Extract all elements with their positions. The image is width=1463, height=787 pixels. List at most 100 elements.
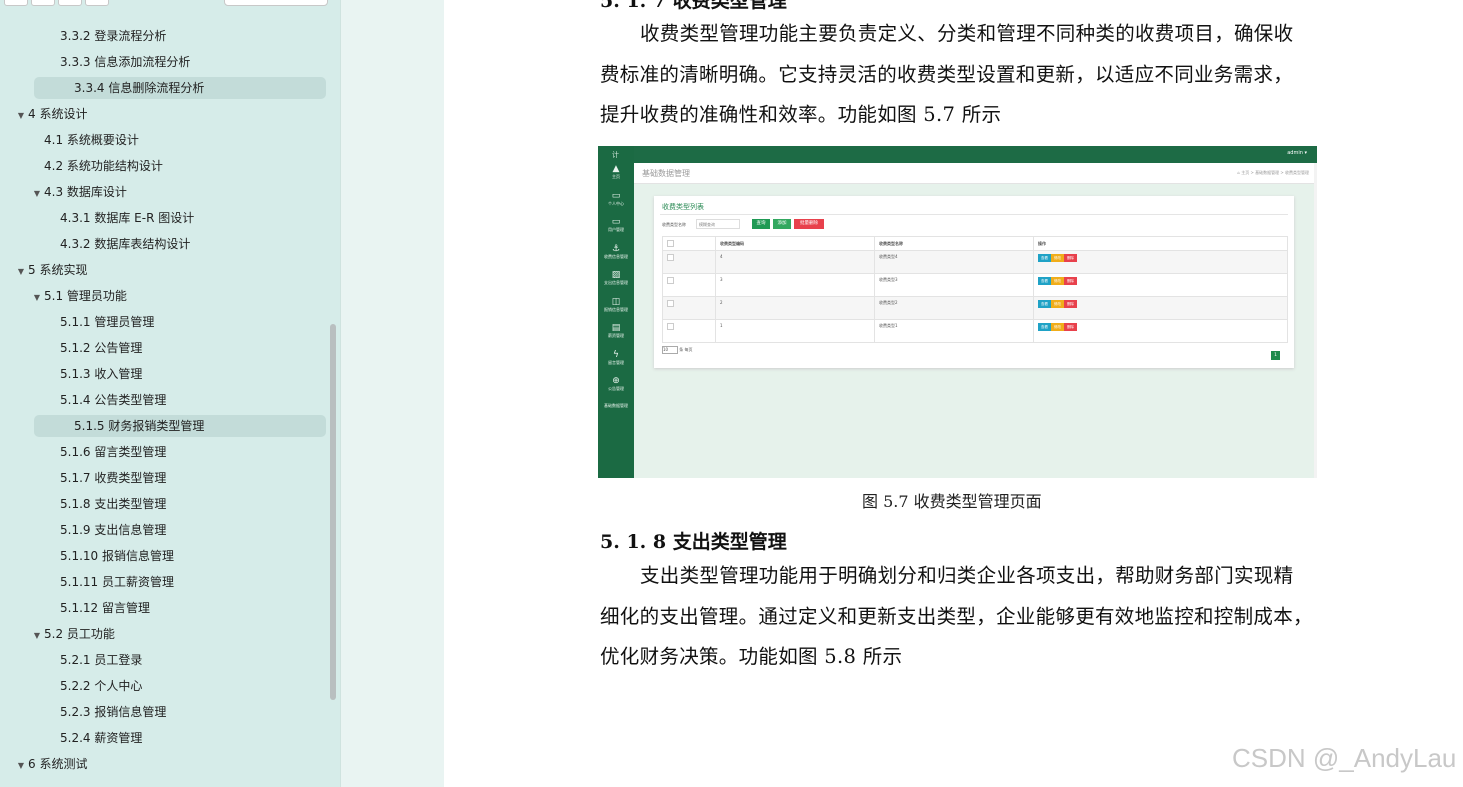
name-cell: 收费类型2 bbox=[874, 296, 1034, 320]
outline-item[interactable]: 3.3.3 信息添加流程分析 bbox=[46, 51, 190, 73]
outline-item-label: 5.2.2 个人中心 bbox=[60, 679, 143, 693]
app-sidebar-icon: ▤ bbox=[611, 323, 621, 333]
outline-item[interactable]: ▼ 5.1 管理员功能 bbox=[30, 285, 127, 307]
app-sidebar-label: 公告管理 bbox=[608, 386, 624, 391]
card-divider bbox=[660, 214, 1288, 215]
card-title: 收费类型列表 bbox=[662, 203, 704, 211]
edit-button: 修改 bbox=[1051, 300, 1064, 308]
outline-toolbar-button[interactable] bbox=[85, 0, 109, 6]
outline-item[interactable]: 5.2.2 个人中心 bbox=[46, 675, 142, 697]
outline-item[interactable]: 3.3.4 信息删除流程分析 bbox=[34, 77, 326, 99]
app-logo: 计 bbox=[612, 151, 619, 159]
app-breadcrumb-bar: 基础数据管理 ⌂ 主页 > 基础数据管理 > 收费类型管理 bbox=[634, 163, 1317, 184]
app-sidebar-label: 报销信息管理 bbox=[604, 306, 628, 312]
outline-item-label: 3.3.2 登录流程分析 bbox=[60, 29, 167, 43]
delete-button: 删除 bbox=[1064, 300, 1077, 308]
section-heading: 5. 1. 8 支出类型管理 bbox=[600, 531, 787, 553]
outline-item[interactable]: 5.1.3 收入管理 bbox=[46, 363, 142, 385]
outline-item[interactable]: ▼ 4 系统设计 bbox=[14, 103, 88, 127]
paragraph-expense-types: 支出类型管理功能用于明确划分和归类企业各项支出，帮助财务部门实现精 细化的支出管… bbox=[600, 556, 1320, 678]
paragraph-line: 费标准的清晰明确。它支持灵活的收费类型设置和更新，以适应不同业务需求， bbox=[600, 62, 1294, 86]
outline-item[interactable]: 5.1.5 财务报销类型管理 bbox=[34, 415, 326, 437]
page-size-select: 10 bbox=[662, 346, 678, 354]
outline-item-label: 4.3.1 数据库 E-R 图设计 bbox=[60, 211, 195, 225]
outline-item-label: 4 系统设计 bbox=[28, 107, 88, 121]
paragraph-line: 收费类型管理功能主要负责定义、分类和管理不同种类的收费项目，确保收 bbox=[640, 22, 1294, 45]
query-button: 查询 bbox=[752, 219, 770, 229]
delete-button: 删除 bbox=[1064, 323, 1077, 331]
app-sidebar-label: 基础数据管理 bbox=[604, 402, 628, 408]
paragraph-line: 优化财务决策。功能如图 5.8 所示 bbox=[600, 645, 903, 668]
outline-item[interactable]: 5.2.3 报销信息管理 bbox=[46, 701, 166, 723]
column-header: 收费类型名称 bbox=[874, 236, 1034, 251]
app-sidebar-icon: ⚓ bbox=[611, 243, 621, 254]
app-topbar: admin ▾ bbox=[598, 146, 1317, 163]
outline-item-label: 5.1.12 留言管理 bbox=[60, 601, 150, 615]
outline-item[interactable]: 5.1.11 员工薪资管理 bbox=[46, 571, 174, 593]
app-sidebar-icon: ▲ bbox=[612, 164, 620, 174]
outline-item-label: 5.1.7 收费类型管理 bbox=[60, 471, 167, 485]
outline-item[interactable]: 5.1.10 报销信息管理 bbox=[46, 545, 174, 567]
app-sidebar-label: 主页 bbox=[612, 174, 620, 179]
add-button: 添加 bbox=[773, 219, 791, 229]
outline-item-label: 5 系统实现 bbox=[28, 263, 88, 277]
view-button: 查看 bbox=[1038, 277, 1051, 285]
outline-item[interactable]: 5.1.8 支出类型管理 bbox=[46, 493, 166, 515]
outline-item[interactable]: 5.2.4 薪资管理 bbox=[46, 727, 142, 749]
expand-triangle-icon[interactable]: ▼ bbox=[14, 261, 28, 283]
expand-triangle-icon[interactable]: ▼ bbox=[30, 183, 44, 205]
outline-item[interactable]: 3.3.2 登录流程分析 bbox=[46, 25, 166, 47]
outline-item[interactable]: 5.1.1 管理员管理 bbox=[46, 311, 154, 333]
app-sidebar-item: ▭ 个人中心 bbox=[598, 191, 634, 207]
fee-type-table: 收费类型编码 收费类型名称 操作 4 收费类型4 查看 修改 删除 3 收费类型3 查看 修改删… bbox=[662, 236, 1288, 343]
outline-toolbar-button[interactable] bbox=[31, 0, 55, 6]
outline-item-label: 5.1 管理员功能 bbox=[44, 289, 127, 303]
expand-triangle-icon[interactable]: ▼ bbox=[30, 287, 44, 309]
outline-item[interactable]: 5.1.9 支出信息管理 bbox=[46, 519, 166, 541]
expand-triangle-icon[interactable]: ▼ bbox=[14, 105, 28, 127]
outline-item[interactable]: ▼ 4.3 数据库设计 bbox=[30, 181, 127, 203]
outline-item-label: 5.2.3 报销信息管理 bbox=[60, 705, 167, 719]
name-cell: 收费类型1 bbox=[874, 319, 1034, 343]
app-content: 收费类型列表 收费类型名称 模糊查询 查询 添加 批量删除 收费类型编码 收费类… bbox=[634, 184, 1317, 478]
outline-toolbar-button[interactable] bbox=[58, 0, 82, 6]
app-sidebar-item: ▭ 用户管理 bbox=[598, 217, 634, 233]
actions-cell: 查看 修改 删除 bbox=[1033, 250, 1288, 274]
outline-item[interactable]: 5.1.2 公告管理 bbox=[46, 337, 142, 359]
outline-item[interactable]: 5.1.6 留言类型管理 bbox=[46, 441, 166, 463]
app-sidebar-item: ϟ 留言管理 bbox=[598, 350, 634, 366]
outline-item[interactable]: 4.2 系统功能结构设计 bbox=[30, 155, 163, 177]
app-sidebar-item: ⊕ 公告管理 bbox=[598, 376, 634, 392]
outline-search-input[interactable] bbox=[224, 0, 328, 6]
outline-item-label: 5.2 员工功能 bbox=[44, 627, 115, 641]
outline-item[interactable]: ▼ 5 系统实现 bbox=[14, 259, 88, 283]
app-sidebar-icon: ▭ bbox=[611, 217, 621, 227]
app-sidebar-icon: ▭ bbox=[611, 190, 621, 201]
outline-item[interactable]: 5.1.12 留言管理 bbox=[46, 597, 150, 619]
expand-triangle-icon[interactable]: ▼ bbox=[14, 755, 28, 777]
outline-toolbar-button[interactable] bbox=[4, 0, 28, 6]
paragraph-line: 提升收费的准确性和效率。功能如图 5.7 所示 bbox=[600, 103, 1002, 126]
outline-item-label: 5.1.2 公告管理 bbox=[60, 341, 143, 355]
expand-triangle-icon[interactable]: ▼ bbox=[30, 625, 44, 647]
outline-item-label: 3.3.3 信息添加流程分析 bbox=[60, 55, 191, 69]
outline-scrollbar-thumb[interactable] bbox=[330, 324, 336, 700]
checkbox bbox=[667, 239, 674, 247]
app-sidebar-label: 支出信息管理 bbox=[604, 280, 628, 285]
outline-item[interactable]: 5.1.4 公告类型管理 bbox=[46, 389, 166, 411]
app-sidebar-item: ▤ 薪资管理 bbox=[598, 323, 634, 339]
document-page: 5. 1. 7 收费类型管理 收费类型管理功能主要负责定义、分类和管理不同种类的… bbox=[444, 0, 1463, 787]
outline-item[interactable]: 4.3.1 数据库 E-R 图设计 bbox=[46, 207, 194, 229]
outline-item[interactable]: 4.3.2 数据库表结构设计 bbox=[46, 233, 190, 255]
outline-item[interactable]: 5.1.7 收费类型管理 bbox=[46, 467, 166, 489]
view-button: 查看 bbox=[1038, 254, 1051, 262]
outline-item[interactable]: ▼ 5.2 员工功能 bbox=[30, 623, 115, 645]
watermark: CSDN @_AndyLau bbox=[1232, 743, 1457, 773]
outline-item-label: 4.2 系统功能结构设计 bbox=[44, 159, 163, 173]
outline-item[interactable]: ▼ 6 系统测试 bbox=[14, 753, 88, 777]
outline-item-label: 4.1 系统概要设计 bbox=[44, 133, 139, 147]
table-row: 2 收费类型2 查看 修改 删除 bbox=[662, 296, 1288, 320]
outline-item-label: 5.1.5 财务报销类型管理 bbox=[74, 419, 205, 433]
outline-item[interactable]: 4.1 系统概要设计 bbox=[30, 129, 139, 151]
outline-item[interactable]: 5.2.1 员工登录 bbox=[46, 649, 142, 671]
